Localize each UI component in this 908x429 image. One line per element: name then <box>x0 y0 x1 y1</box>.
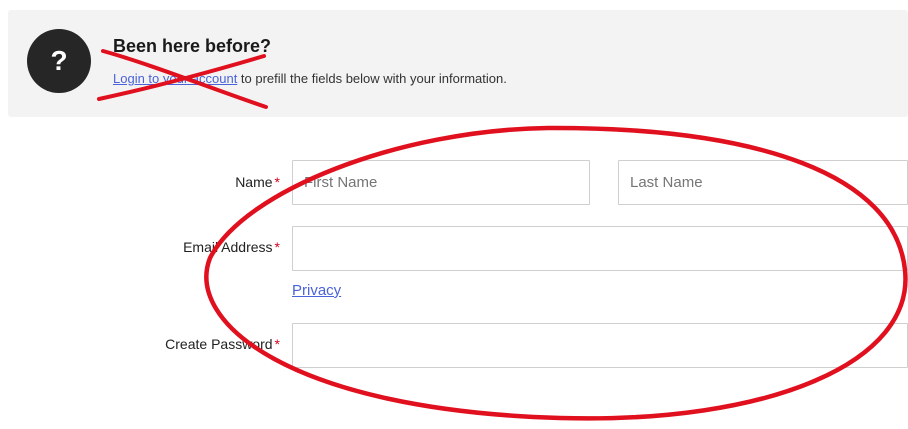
login-link[interactable]: Login to your account <box>113 71 237 86</box>
privacy-link[interactable]: Privacy <box>292 282 341 299</box>
password-label-text: Create Password <box>165 336 273 352</box>
login-prompt-banner <box>8 10 908 117</box>
email-label-text: Email Address <box>183 239 273 255</box>
first-name-input[interactable] <box>292 160 590 205</box>
banner-title: Been here before? <box>113 36 272 56</box>
required-marker: * <box>274 239 280 255</box>
create-password-input[interactable] <box>292 323 908 368</box>
name-label-text: Name <box>235 174 273 190</box>
required-marker: * <box>274 336 280 352</box>
required-marker: * <box>274 174 280 190</box>
name-label: Name * <box>235 174 280 190</box>
help-icon: ? <box>27 29 91 93</box>
email-label: Email Address * <box>183 239 280 255</box>
password-label: Create Password * <box>165 336 280 352</box>
help-icon-glyph: ? <box>50 45 68 76</box>
banner-description: Login to your account to prefill the fie… <box>113 71 507 86</box>
last-name-input[interactable] <box>618 160 908 205</box>
banner-description-text: to prefill the fields below with your in… <box>237 71 507 86</box>
email-input[interactable] <box>292 226 908 271</box>
